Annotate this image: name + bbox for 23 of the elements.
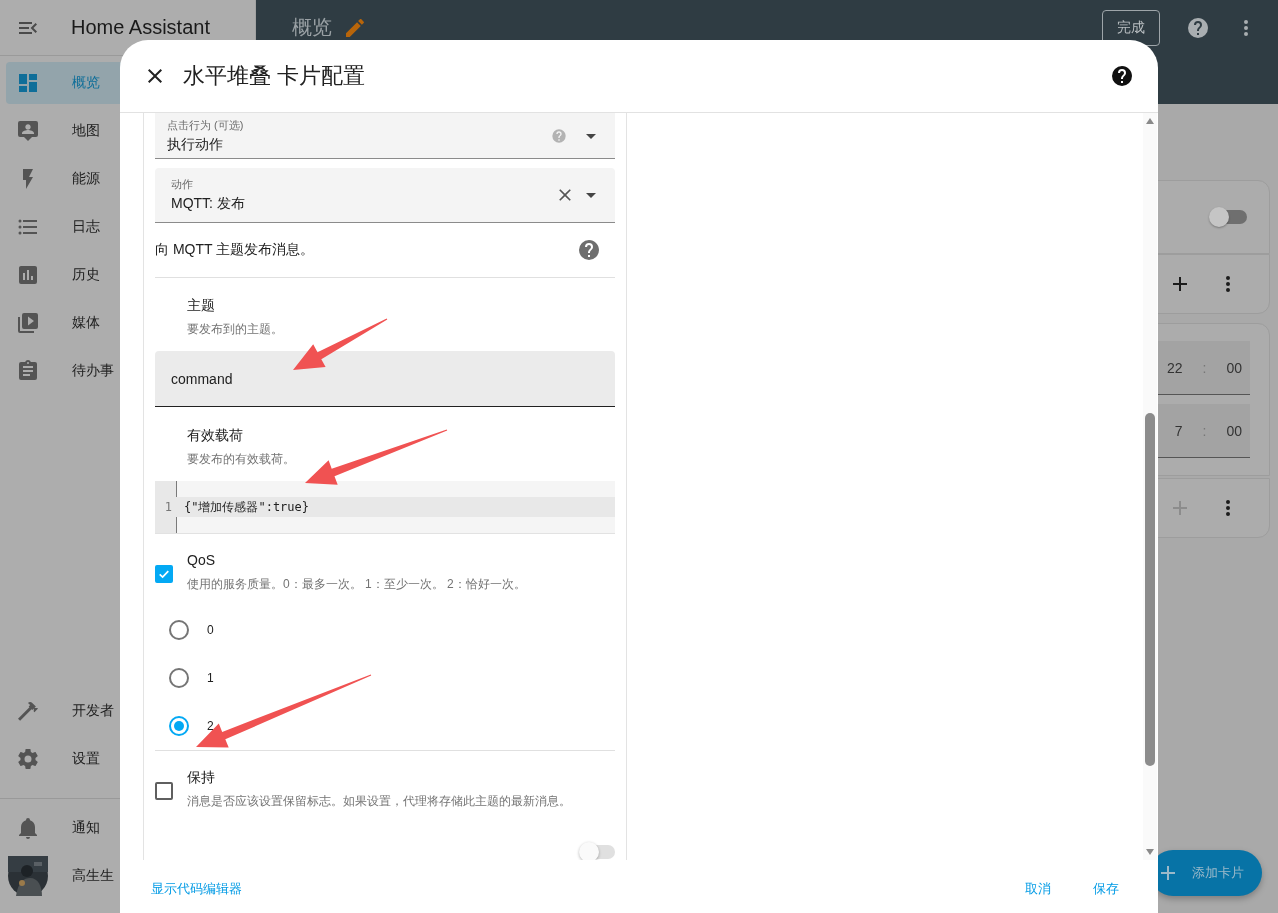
minute-value: 00 [1226,359,1242,376]
field-description: 要发布到的主题。 [187,321,283,337]
field-description: 使用的服务质量。0：最多一次。 1：至少一次。 2：恰好一次。 [187,576,526,592]
radio-label: 2 [207,719,214,733]
app-title: Home Assistant [71,16,210,39]
radio-label: 0 [207,623,214,637]
field-name: 保持 [187,768,216,787]
hour-value: 22 [1166,359,1183,376]
code-text: {"增加传感器":true} [184,498,310,516]
dialog-title: 水平堆叠 卡片配置 [183,62,366,90]
minute-value: 00 [1226,422,1242,439]
radio-label: 1 [207,671,214,685]
hour-value: 7 [1174,422,1183,439]
field-name: 主题 [187,296,216,315]
line-number: 1 [163,500,172,514]
time-separator: : [1202,422,1207,439]
field-name: 有效载荷 [187,426,244,445]
service-description: 向 MQTT 主题发布消息。 [155,241,316,259]
field-description: 消息是否应该设置保留标志。如果设置，代理将存储此主题的最新消息。 [187,793,571,809]
time-separator: : [1202,359,1207,376]
field-name: QoS [187,551,216,570]
field-description: 要发布的有效载荷。 [187,451,295,467]
page-title: 概览 [292,15,332,40]
